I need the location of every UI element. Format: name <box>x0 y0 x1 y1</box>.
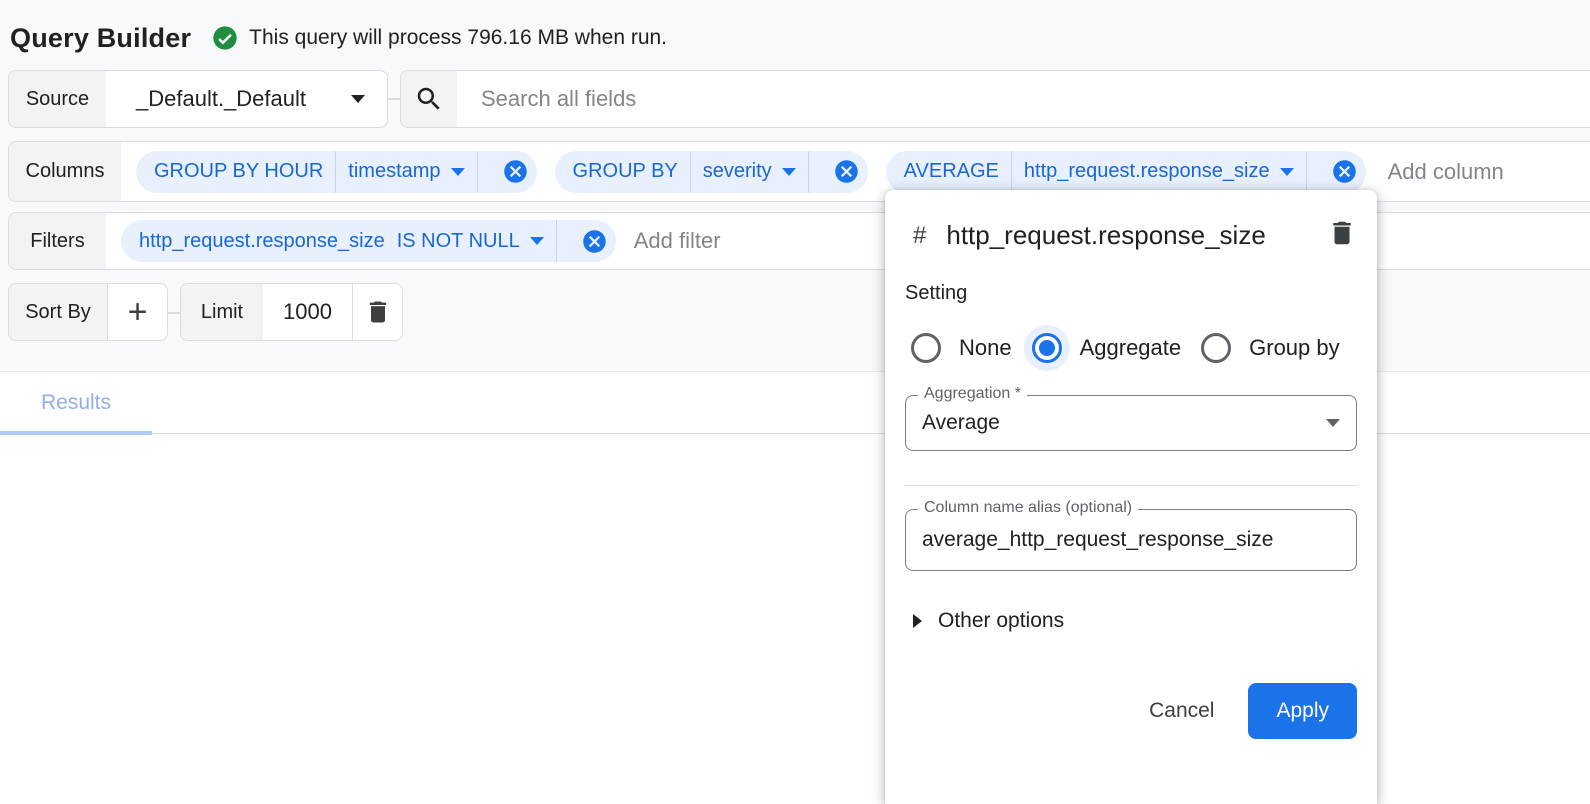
limit-value-input[interactable]: 1000 <box>263 284 353 340</box>
tab-results-label: Results <box>41 391 111 415</box>
chip-prefix: AVERAGE <box>904 160 999 183</box>
connector-line <box>168 312 180 314</box>
chip-field: http_request.response_size <box>1024 160 1270 183</box>
column-chip-response-size[interactable]: AVERAGE http_request.response_size <box>886 151 1366 193</box>
add-filter-input[interactable]: Add filter <box>634 228 721 254</box>
chip-separator <box>335 151 336 193</box>
check-circle-icon <box>211 24 239 52</box>
chip-separator <box>808 151 809 193</box>
close-circle-icon <box>833 158 860 185</box>
filters-label: Filters <box>9 213 106 269</box>
radio-icon <box>911 333 941 363</box>
trash-icon <box>1327 218 1357 248</box>
connector-line <box>388 98 400 100</box>
other-options-expander[interactable]: Other options <box>905 609 1357 633</box>
add-column-input[interactable]: Add column <box>1388 159 1504 185</box>
radio-icon <box>1201 333 1231 363</box>
sort-by-control: Sort By + <box>8 283 168 341</box>
chevron-down-icon[interactable] <box>451 168 465 176</box>
column-settings-dialog: # http_request.response_size Setting Non… <box>885 190 1377 804</box>
remove-chip-button[interactable] <box>833 158 860 185</box>
column-alias-value: average_http_request_response_size <box>922 528 1340 552</box>
chip-separator <box>1011 151 1012 193</box>
section-divider <box>905 485 1357 486</box>
chip-separator <box>690 151 691 193</box>
chip-field: http_request.response_size <box>139 230 385 253</box>
dialog-header: # http_request.response_size <box>905 214 1357 256</box>
chip-operator: IS NOT NULL <box>397 230 520 253</box>
page-title: Query Builder <box>10 23 191 54</box>
apply-button[interactable]: Apply <box>1248 683 1357 739</box>
source-label: Source <box>9 71 106 127</box>
radio-option-aggregate[interactable]: Aggregate <box>1024 325 1182 371</box>
caret-right-icon <box>913 614 922 628</box>
columns-label: Columns <box>9 142 121 201</box>
radio-option-group-by[interactable]: Group by <box>1193 325 1340 371</box>
aggregation-select-label: Aggregation * <box>918 385 1027 403</box>
chip-separator <box>1306 151 1307 193</box>
radio-label: Group by <box>1249 335 1340 361</box>
chip-separator <box>477 151 478 193</box>
column-alias-field[interactable]: Column name alias (optional) average_htt… <box>905 509 1357 571</box>
chip-field: severity <box>703 160 772 183</box>
tab-results[interactable]: Results <box>0 372 152 434</box>
column-chip-severity[interactable]: GROUP BY severity <box>555 151 868 193</box>
column-alias-label: Column name alias (optional) <box>918 499 1138 517</box>
chip-field: timestamp <box>348 160 440 183</box>
remove-chip-button[interactable] <box>1331 158 1358 185</box>
radio-option-none[interactable]: None <box>903 325 1012 371</box>
chevron-down-icon[interactable] <box>782 168 796 176</box>
delete-limit-button[interactable] <box>353 284 402 340</box>
plus-icon: + <box>128 293 148 332</box>
header: Query Builder This query will process 79… <box>10 20 667 56</box>
aggregation-select[interactable]: Aggregation * Average <box>905 395 1357 451</box>
search-placeholder: Search all fields <box>457 71 636 127</box>
radio-label: Aggregate <box>1080 335 1182 361</box>
radio-icon-selected <box>1032 333 1062 363</box>
trash-icon <box>364 298 392 326</box>
setting-radio-group: None Aggregate Group by <box>903 325 1357 371</box>
filter-chip-response-size[interactable]: http_request.response_size IS NOT NULL <box>121 220 616 262</box>
source-selector[interactable]: Source _Default._Default <box>8 70 388 128</box>
chevron-down-icon[interactable] <box>530 237 544 245</box>
delete-column-button[interactable] <box>1327 218 1357 253</box>
remove-chip-button[interactable] <box>502 158 529 185</box>
chevron-down-icon <box>1326 419 1340 427</box>
search-icon-section <box>401 71 457 127</box>
source-value: _Default._Default <box>106 71 351 127</box>
chip-separator <box>556 220 557 262</box>
add-sort-button[interactable]: + <box>108 284 167 340</box>
chevron-down-icon[interactable] <box>1280 168 1294 176</box>
chip-prefix: GROUP BY <box>573 160 678 183</box>
search-icon <box>414 84 444 114</box>
query-process-status: This query will process 796.16 MB when r… <box>249 26 667 50</box>
chip-prefix: GROUP BY HOUR <box>154 160 323 183</box>
query-builder-page: Query Builder This query will process 79… <box>0 0 1590 804</box>
numeric-hash-icon: # <box>913 222 926 250</box>
radio-label: None <box>959 335 1012 361</box>
limit-label: Limit <box>181 284 263 340</box>
search-field[interactable]: Search all fields <box>400 70 1590 128</box>
close-circle-icon <box>581 228 608 255</box>
close-circle-icon <box>502 158 529 185</box>
column-chip-timestamp[interactable]: GROUP BY HOUR timestamp <box>136 151 537 193</box>
remove-chip-button[interactable] <box>581 228 608 255</box>
active-tab-underline <box>0 431 152 435</box>
cancel-button[interactable]: Cancel <box>1129 685 1234 737</box>
other-options-label: Other options <box>938 609 1064 633</box>
dialog-actions: Cancel Apply <box>905 683 1357 739</box>
limit-control: Limit 1000 <box>180 283 403 341</box>
chevron-down-icon <box>351 71 387 127</box>
sort-by-label: Sort By <box>9 284 108 340</box>
aggregation-select-value: Average <box>922 411 1326 435</box>
close-circle-icon <box>1331 158 1358 185</box>
dialog-title: http_request.response_size <box>946 214 1298 256</box>
setting-section-label: Setting <box>905 282 1357 305</box>
